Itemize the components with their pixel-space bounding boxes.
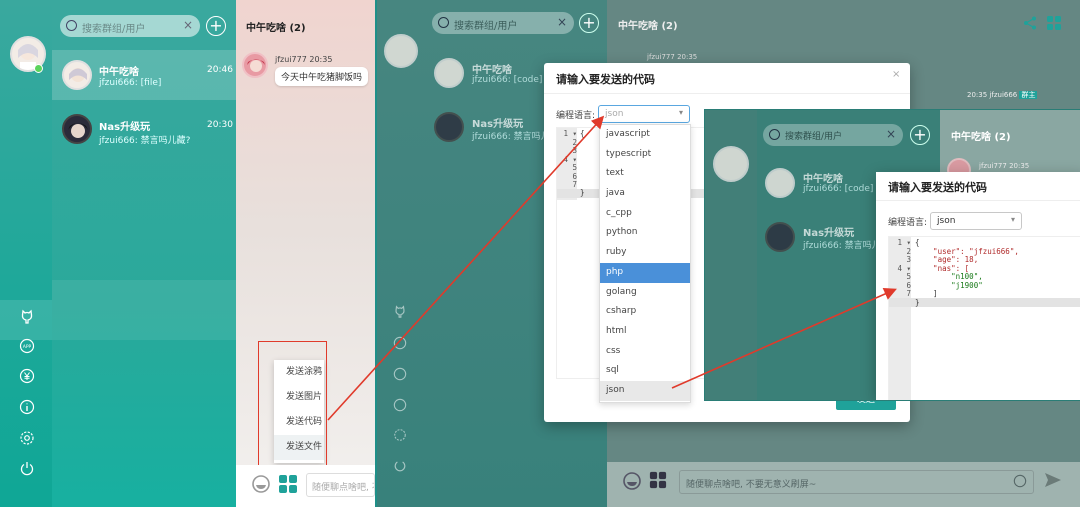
arrow-to-language-select xyxy=(327,115,605,421)
annotation-arrows xyxy=(327,115,897,421)
arrow-to-code-editor xyxy=(671,288,897,389)
